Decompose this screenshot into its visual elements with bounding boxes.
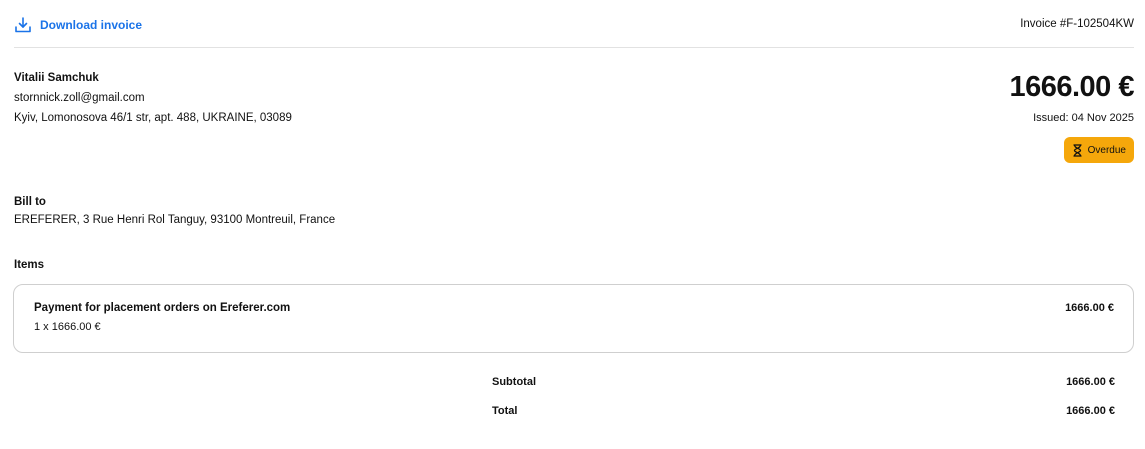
status-badge-label: Overdue [1087,144,1126,156]
seller-email: stornnick.zoll@gmail.com [14,92,145,104]
item-title: Payment for placement orders on Ereferer… [34,302,291,314]
items-heading: Items [14,259,45,271]
download-invoice-label: Download invoice [40,18,143,32]
download-invoice-link[interactable]: Download invoice [14,16,142,34]
invoice-summary: 1666.00 € Issued: 04 Nov 2025 Overdue [1009,71,1134,163]
hourglass-icon [1072,143,1083,157]
seller-name: Vitalii Samchuk [14,72,99,84]
seller-address: Kyiv, Lomonosova 46/1 str, apt. 488, UKR… [14,112,292,124]
bill-to-address: EREFERER, 3 Rue Henri Rol Tanguy, 93100 … [14,214,336,226]
bill-to-label: Bill to [14,196,46,208]
subtotal-label: Subtotal [492,376,536,388]
download-icon [14,16,32,34]
issued-date: Issued: 04 Nov 2025 [1033,112,1134,124]
subtotal-row: Subtotal 1666.00 € [492,376,1115,388]
bill-to-section: Bill to EREFERER, 3 Rue Henri Rol Tanguy… [14,196,335,226]
total-value: 1666.00 € [1066,405,1115,417]
invoice-number: Invoice #F-102504KW [1020,18,1134,30]
total-label: Total [492,405,518,417]
total-row: Total 1666.00 € [492,405,1115,417]
subtotal-value: 1666.00 € [1066,376,1115,388]
status-badge: Overdue [1063,137,1134,163]
item-amount: 1666.00 € [1065,302,1114,314]
seller-info: Vitalii Samchuk stornnick.zoll@gmail.com… [14,72,292,132]
invoice-header-bar: Download invoice Invoice #F-102504KW [14,14,1134,48]
item-quantity: 1 x 1666.00 € [34,321,101,333]
invoice-page: Download invoice Invoice #F-102504KW Vit… [0,0,1145,449]
total-amount: 1666.00 € [1009,71,1134,103]
list-item: Payment for placement orders on Ereferer… [13,284,1134,353]
